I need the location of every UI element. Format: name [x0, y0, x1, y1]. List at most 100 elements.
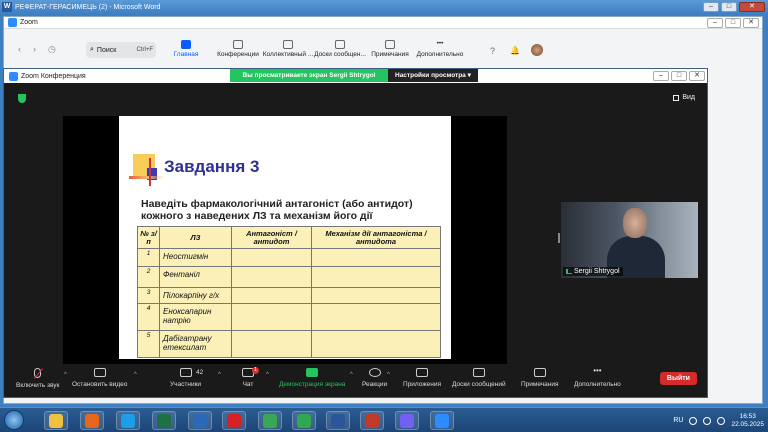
taskbar-opera-button[interactable] [222, 411, 246, 430]
unmute-button[interactable]: Включить звук [16, 368, 59, 389]
share-screen-icon [306, 368, 319, 377]
taskbar-chrome-button[interactable] [258, 411, 282, 430]
taskbar-zoom-button[interactable] [430, 411, 454, 430]
taskbar-app-button[interactable] [360, 411, 384, 430]
slide-table: № з/п ЛЗ Антагоніст / антидот Механізм д… [137, 226, 441, 358]
more-dots-icon: ••• [436, 40, 444, 47]
grid-icon [673, 94, 680, 101]
nav-meetings[interactable]: Конференции [210, 40, 266, 58]
maximize-button[interactable]: □ [721, 2, 737, 12]
search-shortcut: Ctrl+F [136, 47, 154, 53]
clock[interactable]: 16:53 22.05.2025 [731, 413, 764, 429]
whiteboards-button[interactable]: Доски сообщений [452, 368, 506, 388]
mechanism-cell [311, 303, 441, 331]
participants-icon [179, 368, 192, 377]
view-options-button[interactable]: Настройки просмотра ▾ [388, 69, 478, 82]
help-icon[interactable] [689, 416, 698, 425]
presentation-slide: Завдання 3 Наведіть фармакологічний анта… [119, 116, 451, 359]
viewing-screen-text: Вы просматриваете экран Sergii Shtrygol [230, 69, 388, 82]
reactions-caret-icon[interactable]: ^ [387, 372, 390, 378]
drug-name: Фентаніл [159, 266, 232, 288]
nav-more-label: Дополнительно [416, 51, 464, 58]
nav-more[interactable]: ••• Дополнительно [412, 40, 468, 58]
close-button[interactable]: ✕ [689, 71, 705, 81]
camera-icon [93, 368, 106, 377]
reactions-label: Реакции [362, 381, 388, 388]
apps-button[interactable]: Приложения [403, 368, 441, 388]
forward-arrow-icon[interactable]: › [33, 44, 36, 55]
history-icon[interactable]: ◷ [48, 44, 56, 55]
mechanism-cell [311, 330, 441, 358]
taskbar-viber-button[interactable] [395, 411, 419, 430]
slide-decoration [129, 154, 165, 186]
leave-button[interactable]: Выйти [659, 372, 697, 385]
table-row: 4 Еноксапарин натрію [137, 303, 441, 331]
close-button[interactable]: ✕ [739, 2, 765, 12]
system-tray: RU 16:53 22.05.2025 [673, 410, 764, 431]
search-icon: ⌕ [90, 46, 94, 53]
antagonist-cell [231, 303, 312, 331]
view-button[interactable]: Вид [673, 94, 695, 101]
shield-icon[interactable] [18, 94, 26, 103]
chevron-down-icon: ▾ [467, 72, 471, 79]
search-input[interactable]: ⌕ Поиск Ctrl+F [86, 42, 156, 58]
search-label: Поиск [96, 46, 117, 54]
drug-name: Неостигмін [159, 248, 232, 267]
edge-icon [121, 413, 135, 428]
table-header: Механізм дії антагоніста / антидота [311, 226, 441, 249]
antagonist-cell [231, 330, 312, 358]
close-button[interactable]: ✕ [743, 18, 759, 28]
more-button[interactable]: ••• Дополнительно [574, 367, 621, 389]
nav-whiteboards[interactable]: Доски сообщен... [312, 40, 368, 58]
taskbar-zoom-green-button[interactable] [292, 411, 316, 430]
nav-home[interactable]: Главная [158, 40, 214, 58]
help-icon[interactable]: ? [490, 46, 495, 56]
word-window-title: РЕФЕРАТ-ГЕРАСИМЕЦЬ (2) - Microsoft Word [15, 3, 161, 11]
chat-button[interactable]: 1 Чат [242, 367, 260, 388]
stop-video-button[interactable]: Остановить видео [72, 368, 127, 388]
home-icon [181, 40, 191, 49]
taskbar-explorer-button[interactable] [44, 411, 68, 430]
avatar[interactable] [531, 44, 543, 56]
back-arrow-icon[interactable]: ‹ [18, 44, 21, 55]
chat-label: Чат [242, 381, 254, 388]
signal-icon [566, 269, 572, 274]
chat-badge: 1 [252, 367, 260, 374]
panel-resize-handle[interactable] [558, 233, 560, 243]
nav-team-chat-label: Коллективный ... [262, 51, 314, 58]
minimize-button[interactable]: – [703, 2, 719, 12]
maximize-button[interactable]: □ [725, 18, 741, 28]
start-button[interactable] [4, 410, 24, 430]
nav-notes[interactable]: Примечания [362, 40, 418, 58]
mechanism-cell [311, 287, 441, 304]
taskbar-edge-button[interactable] [116, 411, 140, 430]
bell-icon[interactable]: 🔔 [510, 46, 520, 55]
maximize-button[interactable]: □ [671, 71, 687, 81]
shared-screen[interactable]: Завдання 3 Наведіть фармакологічний анта… [63, 116, 507, 366]
taskbar-word-button[interactable] [326, 411, 350, 430]
zoom-icon [435, 413, 449, 428]
share-caret-icon[interactable]: ^ [350, 372, 353, 378]
taskbar-outlook-button[interactable] [188, 411, 212, 430]
stop-video-label: Остановить видео [72, 381, 128, 388]
chat-caret-icon[interactable]: ^ [266, 372, 269, 378]
taskbar-firefox-button[interactable] [80, 411, 104, 430]
minimize-button[interactable]: – [707, 18, 723, 28]
opera-icon [227, 413, 241, 428]
minimize-button[interactable]: – [653, 71, 669, 81]
video-options-caret-icon[interactable]: ^ [134, 372, 137, 378]
reactions-button[interactable]: Реакции [362, 368, 387, 388]
language-indicator[interactable]: RU [673, 417, 683, 424]
audio-options-caret-icon[interactable]: ^ [64, 372, 67, 378]
participant-video[interactable]: Sergii Shtrygol [561, 202, 698, 278]
windows-taskbar: RU 16:53 22.05.2025 [0, 407, 768, 432]
nav-team-chat[interactable]: Коллективный ... [260, 40, 316, 58]
participants-caret-icon[interactable]: ^ [218, 372, 221, 378]
notes-button[interactable]: Примечания [521, 368, 559, 388]
taskbar-excel-button[interactable] [152, 411, 176, 430]
network-icon[interactable] [703, 416, 712, 425]
share-screen-button[interactable]: Демонстрация экрана [279, 368, 345, 388]
apps-label: Приложения [403, 381, 442, 388]
volume-icon[interactable] [717, 416, 726, 425]
participants-button[interactable]: 42 Участники [170, 368, 203, 388]
